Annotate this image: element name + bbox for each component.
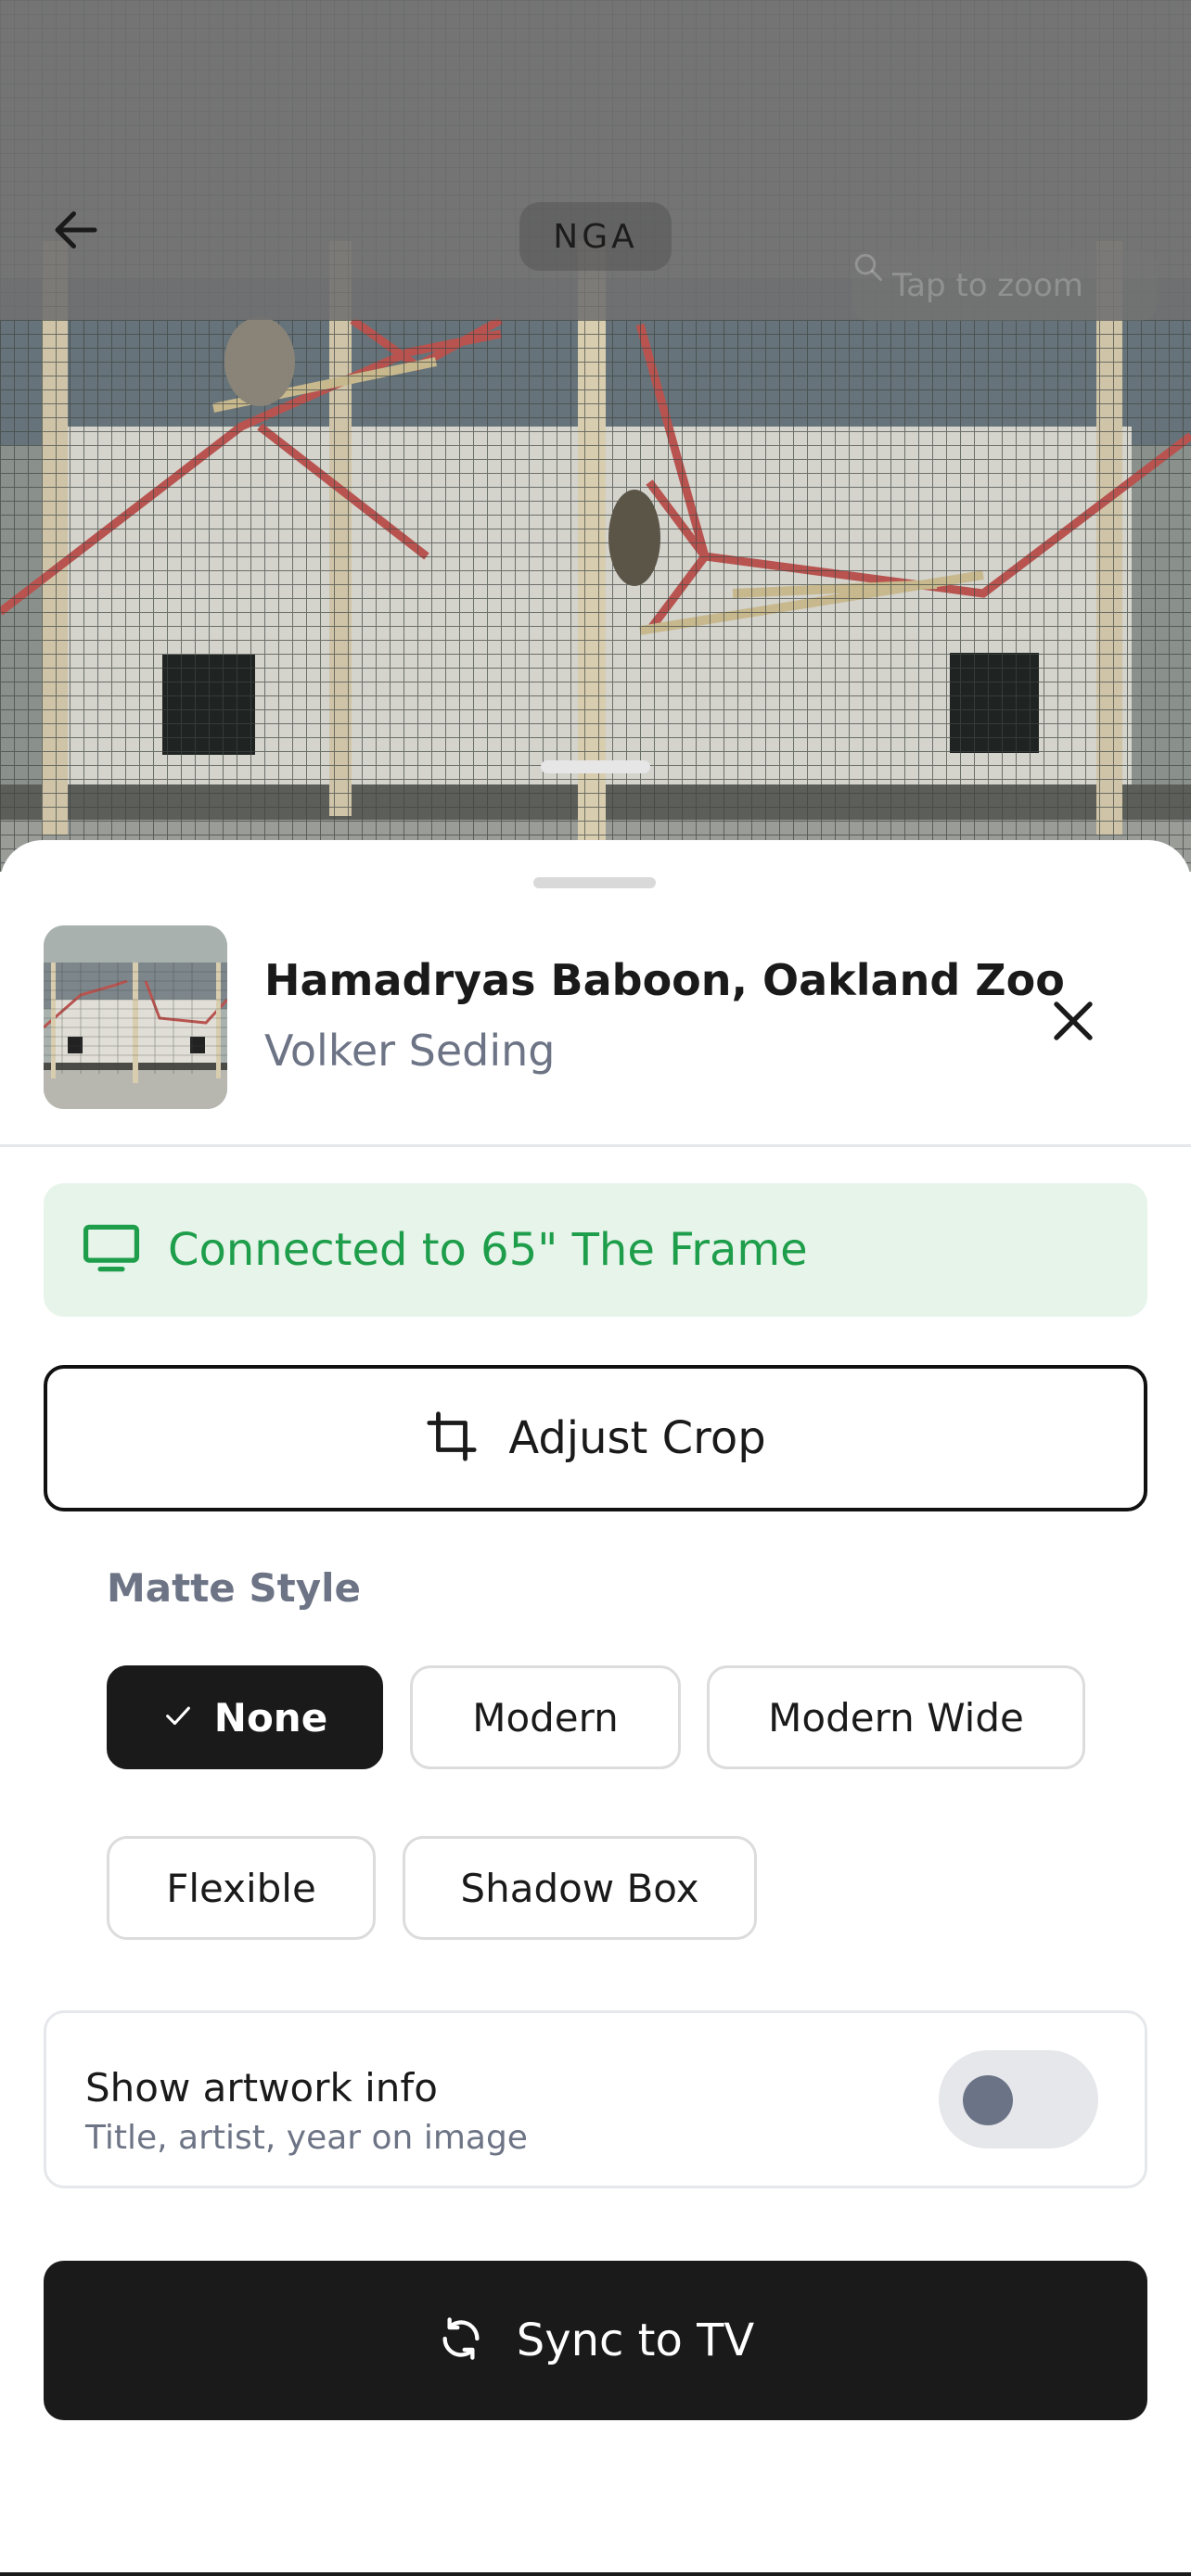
adjust-crop-button[interactable]: Adjust Crop [44,1365,1147,1511]
zoom-hint-label: Tap to zoom [892,267,1083,304]
artwork-info-title: Show artwork info [85,2065,438,2111]
artwork-artist: Volker Seding [264,1026,556,1076]
check-icon [162,1695,194,1741]
sync-to-tv-button[interactable]: Sync to TV [44,2261,1147,2420]
toggle-knob [963,2075,1013,2125]
artwork-info-subtitle: Title, artist, year on image [85,2119,528,2157]
artwork-preview[interactable]: NGA Tap to zoom [0,0,1191,872]
matte-style-heading: Matte Style [107,1565,361,1611]
close-icon [1048,996,1098,1050]
matte-option-none[interactable]: None [107,1665,383,1769]
matte-option-modern-wide[interactable]: Modern Wide [707,1665,1085,1769]
matte-option-shadow-box[interactable]: Shadow Box [403,1836,757,1940]
matte-option-label: Modern Wide [768,1694,1024,1741]
header-divider [0,1144,1191,1147]
source-badge: NGA [519,202,672,271]
matte-option-label: Flexible [166,1865,316,1911]
zoom-hint: Tap to zoom [852,250,1158,321]
connection-status-label: Connected to 65" The Frame [168,1224,808,1276]
adjust-crop-label: Adjust Crop [508,1412,766,1464]
image-handle[interactable] [541,760,650,773]
artwork-info-toggle[interactable] [939,2050,1098,2149]
tv-icon [83,1223,140,1277]
source-label: NGA [553,217,638,256]
artwork-sheet: Hamadryas Baboon, Oakland Zoo Volker Sed… [0,840,1191,2576]
connection-status-banner: Connected to 65" The Frame [44,1183,1147,1317]
close-button[interactable] [1039,988,1108,1057]
sheet-drag-handle[interactable] [533,877,656,888]
matte-option-modern[interactable]: Modern [410,1665,681,1769]
crop-icon [425,1409,479,1467]
bottom-edge [0,2572,1191,2576]
matte-option-label: None [213,1694,328,1741]
artwork-thumbnail [44,925,227,1109]
sync-to-tv-label: Sync to TV [516,2315,755,2366]
artwork-info-setting: Show artwork info Title, artist, year on… [44,2010,1147,2188]
artwork-title: Hamadryas Baboon, Oakland Zoo [264,955,1065,1005]
sync-icon [437,2315,485,2366]
matte-option-label: Modern [472,1694,619,1741]
matte-option-flexible[interactable]: Flexible [107,1836,376,1940]
matte-option-label: Shadow Box [460,1865,699,1911]
back-button[interactable] [48,202,113,267]
